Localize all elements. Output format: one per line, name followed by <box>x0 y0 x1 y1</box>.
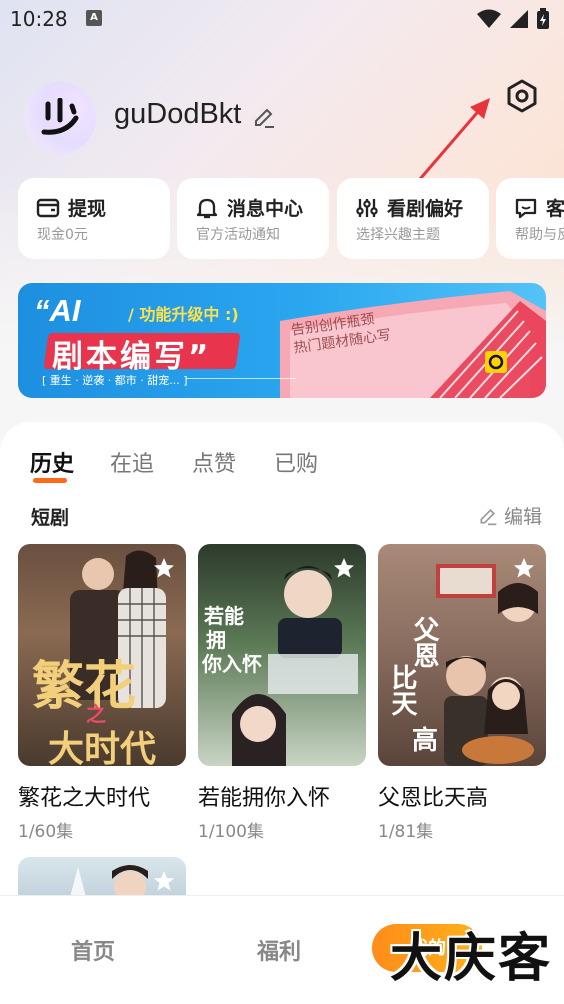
bell-icon <box>196 198 218 218</box>
tab-purchased[interactable]: 已购 <box>274 446 318 478</box>
poster-title-art: 繁花 <box>32 657 137 717</box>
tab-following[interactable]: 在追 <box>110 446 154 478</box>
active-tab-indicator <box>33 478 67 483</box>
drama-poster[interactable]: 若能 拥 你入怀 <box>198 544 366 766</box>
quick-card-title: 消息中心 <box>227 198 304 220</box>
drama-title[interactable]: 繁花之大时代 <box>18 780 150 812</box>
banner-tags: [ 重生 · 逆袭 · 都市 · 甜宠... ] <box>42 374 188 387</box>
edit-label: 编辑 <box>504 506 543 528</box>
poster-title-art: 大时代 <box>48 729 157 766</box>
quick-card-support[interactable]: 客 帮助与反 <box>496 178 564 259</box>
username: guDodBkt <box>114 98 242 130</box>
edit-button[interactable]: 编辑 <box>478 502 542 529</box>
ai-script-banner[interactable]: 告别创作瓶颈 热门题材随心写 “AI / 功能升级中 :) 剧本编写” [ 重生 … <box>18 283 546 398</box>
quick-card-title: 提现 <box>68 198 107 220</box>
section-title: 短剧 <box>31 507 70 529</box>
wallet-icon <box>36 198 60 217</box>
drama-title[interactable]: 若能拥你入怀 <box>198 780 330 812</box>
quick-card-subtitle: 官方活动通知 <box>196 227 280 243</box>
chat-icon <box>515 198 537 218</box>
settings-icon[interactable] <box>504 78 540 114</box>
tab-liked[interactable]: 点赞 <box>192 446 236 478</box>
edit-name-icon[interactable] <box>252 105 276 129</box>
nav-home[interactable]: 首页 <box>71 934 115 966</box>
banner-divider <box>186 378 296 379</box>
poster-title-art: 你入怀 <box>202 652 262 676</box>
quick-card-withdraw[interactable]: 提现 现金0元 <box>18 178 170 259</box>
quick-card-subtitle: 选择兴趣主题 <box>356 227 440 243</box>
banner-upgrade-text: / 功能升级中 :) <box>128 305 239 324</box>
favorite-star-icon[interactable] <box>512 556 536 580</box>
poster-title-art: 高 <box>412 726 439 756</box>
drama-episodes: 1/60集 <box>18 822 74 842</box>
poster-title-art: 父恩 <box>409 616 439 668</box>
tab-history[interactable]: 历史 <box>30 446 74 478</box>
drama-title[interactable]: 父恩比天高 <box>378 780 488 812</box>
poster-title-art: 比天 <box>387 664 417 716</box>
status-time: 10:28 <box>10 7 68 31</box>
quick-card-messages[interactable]: 消息中心 官方活动通知 <box>177 178 329 259</box>
avatar-logo-icon <box>41 98 79 135</box>
sliders-icon <box>356 198 378 217</box>
signal-icon <box>510 10 528 28</box>
drama-poster[interactable]: 繁花 之 大时代 <box>18 544 186 766</box>
drama-episodes: 1/81集 <box>378 822 434 842</box>
favorite-star-icon[interactable] <box>152 869 176 893</box>
wifi-icon <box>477 9 501 28</box>
status-bar: 10:28 A <box>0 0 564 40</box>
quick-card-subtitle: 帮助与反 <box>515 227 564 243</box>
quick-card-subtitle: 现金0元 <box>37 227 88 243</box>
avatar[interactable] <box>24 82 96 154</box>
battery-icon <box>537 8 549 29</box>
quick-card-title: 客 <box>546 198 564 220</box>
status-icons <box>476 8 550 30</box>
quick-card-title: 看剧偏好 <box>387 198 464 220</box>
banner-ai-text: “AI <box>34 293 81 328</box>
nav-welfare[interactable]: 福利 <box>257 934 301 966</box>
favorite-star-icon[interactable] <box>332 556 356 580</box>
quick-card-preferences[interactable]: 看剧偏好 选择兴趣主题 <box>337 178 489 259</box>
pencil-icon <box>480 508 497 525</box>
drama-poster[interactable]: 父恩 比天 高 <box>378 544 546 766</box>
notification-icon: A <box>86 10 102 26</box>
watermark: 大庆客 <box>390 929 553 989</box>
banner-title: 剧本编写” <box>52 339 212 375</box>
favorite-star-icon[interactable] <box>152 556 176 580</box>
drama-episodes: 1/100集 <box>198 822 264 842</box>
